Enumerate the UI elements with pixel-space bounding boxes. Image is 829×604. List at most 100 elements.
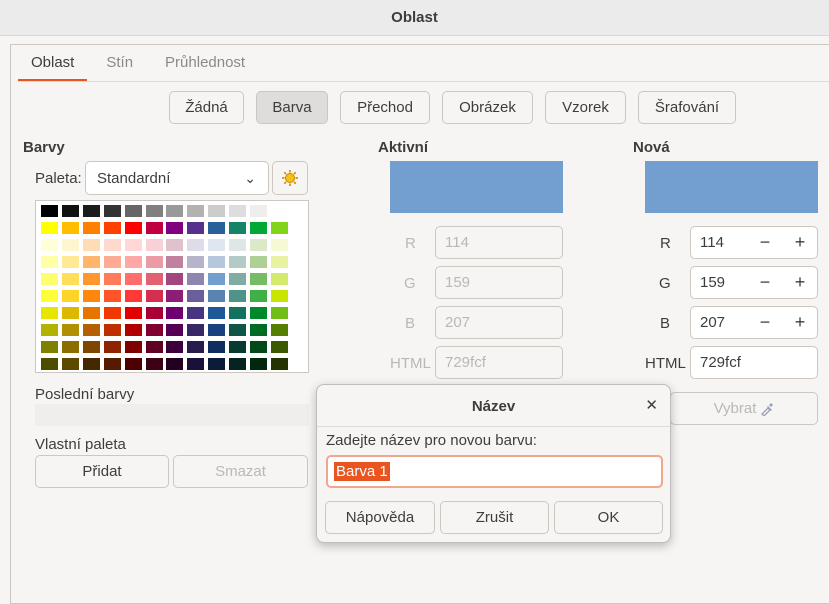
palette-options-button[interactable]	[272, 161, 308, 195]
palette-swatch[interactable]	[187, 256, 205, 268]
palette-swatch[interactable]	[41, 239, 58, 251]
palette-swatch[interactable]	[124, 222, 142, 234]
palette-swatch[interactable]	[270, 205, 288, 217]
palette-swatch[interactable]	[250, 256, 267, 268]
palette-swatch[interactable]	[103, 341, 121, 353]
palette-swatch[interactable]	[145, 256, 163, 268]
palette-swatch[interactable]	[270, 358, 288, 370]
palette-swatch[interactable]	[187, 307, 205, 319]
palette-swatch[interactable]	[250, 358, 267, 370]
palette-swatch[interactable]	[61, 341, 79, 353]
palette-swatch[interactable]	[124, 256, 142, 268]
tab-oblast[interactable]: Oblast	[18, 45, 88, 82]
palette-swatch[interactable]	[229, 307, 247, 319]
palette-swatch[interactable]	[61, 290, 79, 302]
palette-swatch[interactable]	[208, 239, 226, 251]
palette-swatch[interactable]	[270, 324, 288, 336]
palette-swatch[interactable]	[166, 290, 184, 302]
new-g-increment-button[interactable]: +	[783, 266, 817, 299]
palette-swatch[interactable]	[145, 341, 163, 353]
palette-swatch[interactable]	[166, 239, 184, 251]
pick-color-button[interactable]: Vybrat	[670, 392, 818, 425]
fill-image-button[interactable]: Obrázek	[442, 91, 533, 124]
palette-swatch[interactable]	[145, 358, 163, 370]
palette-swatch[interactable]	[103, 307, 121, 319]
palette-swatch[interactable]	[270, 256, 288, 268]
palette-swatch[interactable]	[270, 222, 288, 234]
close-icon[interactable]: ✕	[645, 396, 658, 414]
palette-swatch[interactable]	[145, 205, 163, 217]
palette-swatch[interactable]	[41, 222, 58, 234]
palette-swatch[interactable]	[229, 222, 247, 234]
palette-swatch[interactable]	[187, 324, 205, 336]
palette-swatch[interactable]	[270, 341, 288, 353]
palette-swatch[interactable]	[187, 205, 205, 217]
palette-swatch[interactable]	[103, 222, 121, 234]
palette-swatch[interactable]	[145, 307, 163, 319]
palette-swatch[interactable]	[103, 290, 121, 302]
tab-stin[interactable]: Stín	[93, 45, 146, 82]
palette-swatch[interactable]	[103, 205, 121, 217]
palette-swatch[interactable]	[208, 341, 226, 353]
palette-swatch[interactable]	[166, 358, 184, 370]
new-html-field[interactable]: 729fcf	[690, 346, 818, 379]
palette-swatch[interactable]	[145, 239, 163, 251]
palette-swatch[interactable]	[41, 290, 58, 302]
palette-swatch[interactable]	[124, 205, 142, 217]
fill-hatch-button[interactable]: Šrafování	[638, 91, 736, 124]
palette-swatch[interactable]	[229, 205, 247, 217]
palette-swatch[interactable]	[208, 205, 226, 217]
palette-swatch[interactable]	[124, 290, 142, 302]
palette-swatch[interactable]	[82, 222, 100, 234]
palette-swatch[interactable]	[124, 358, 142, 370]
palette-swatch[interactable]	[250, 273, 267, 285]
palette-swatch[interactable]	[41, 324, 58, 336]
palette-swatch[interactable]	[82, 256, 100, 268]
palette-swatch[interactable]	[187, 239, 205, 251]
palette-swatch[interactable]	[208, 222, 226, 234]
palette-swatch[interactable]	[229, 341, 247, 353]
palette-swatch[interactable]	[124, 273, 142, 285]
palette-swatch[interactable]	[270, 307, 288, 319]
new-b-increment-button[interactable]: +	[783, 306, 817, 339]
palette-swatch[interactable]	[166, 273, 184, 285]
palette-swatch[interactable]	[82, 341, 100, 353]
palette-swatch[interactable]	[229, 290, 247, 302]
palette-swatch[interactable]	[103, 324, 121, 336]
palette-swatch[interactable]	[166, 341, 184, 353]
palette-swatch[interactable]	[61, 358, 79, 370]
palette-swatch[interactable]	[250, 341, 267, 353]
palette-swatch[interactable]	[82, 205, 100, 217]
palette-swatch[interactable]	[229, 273, 247, 285]
palette-swatch[interactable]	[208, 307, 226, 319]
palette-swatch[interactable]	[145, 290, 163, 302]
palette-swatch[interactable]	[145, 222, 163, 234]
palette-swatch[interactable]	[61, 256, 79, 268]
palette-swatch[interactable]	[41, 358, 58, 370]
palette-swatch[interactable]	[208, 256, 226, 268]
palette-select[interactable]: Standardní ⌄	[85, 161, 269, 195]
palette-swatch[interactable]	[82, 239, 100, 251]
palette-swatch[interactable]	[103, 256, 121, 268]
palette-swatch[interactable]	[166, 222, 184, 234]
palette-swatch[interactable]	[250, 222, 267, 234]
palette-swatch[interactable]	[82, 290, 100, 302]
palette-swatch[interactable]	[166, 256, 184, 268]
palette-swatch[interactable]	[82, 273, 100, 285]
color-name-input[interactable]: Barva 1	[326, 455, 663, 488]
palette-swatch[interactable]	[41, 273, 58, 285]
tab-pruhlednost[interactable]: Průhlednost	[152, 45, 258, 82]
palette-swatch[interactable]	[187, 341, 205, 353]
palette-swatch[interactable]	[61, 307, 79, 319]
palette-swatch[interactable]	[187, 358, 205, 370]
new-r-increment-button[interactable]: +	[783, 226, 817, 259]
palette-swatch[interactable]	[208, 324, 226, 336]
palette-swatch[interactable]	[250, 324, 267, 336]
palette-swatch[interactable]	[187, 273, 205, 285]
new-g-decrement-button[interactable]: −	[748, 266, 782, 299]
palette-swatch[interactable]	[250, 307, 267, 319]
palette-swatch[interactable]	[208, 358, 226, 370]
palette-swatch[interactable]	[41, 256, 58, 268]
palette-swatch[interactable]	[103, 273, 121, 285]
palette-swatch[interactable]	[229, 256, 247, 268]
